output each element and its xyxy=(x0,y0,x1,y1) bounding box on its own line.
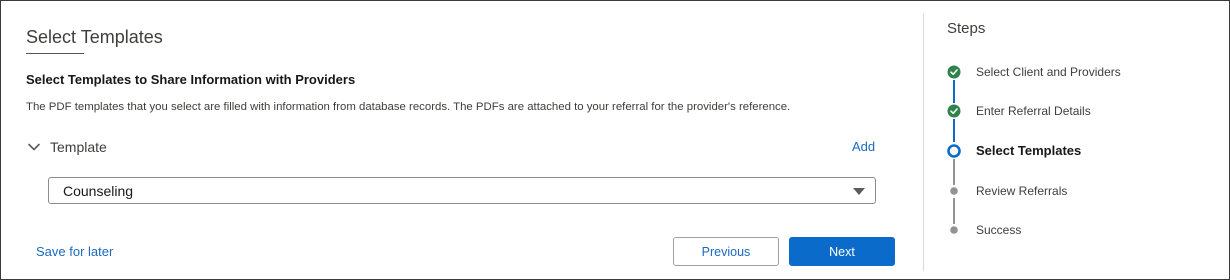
step-label: Enter Referral Details xyxy=(976,104,1091,118)
step-item-current: Select Templates xyxy=(947,143,1081,158)
step-item: Success xyxy=(947,223,1021,237)
step-connector xyxy=(953,119,955,142)
save-for-later-link[interactable]: Save for later xyxy=(36,244,113,259)
section-heading: Select Templates to Share Information wi… xyxy=(26,72,356,87)
dot-icon xyxy=(947,184,961,198)
step-connector xyxy=(953,80,955,103)
step-connector xyxy=(953,159,955,185)
template-select-value: Counseling xyxy=(63,182,134,199)
template-section-toggle[interactable]: Template xyxy=(26,139,107,155)
panel-divider xyxy=(923,13,924,271)
template-section-label: Template xyxy=(50,139,107,155)
steps-title: Steps xyxy=(947,20,986,37)
title-underline xyxy=(26,53,84,54)
step-label: Select Client and Providers xyxy=(976,65,1121,79)
referral-wizard-frame: Select Templates Select Templates to Sha… xyxy=(0,0,1230,280)
dot-icon xyxy=(947,223,961,237)
previous-button[interactable]: Previous xyxy=(673,237,779,266)
step-item: Review Referrals xyxy=(947,184,1067,198)
select-templates-panel: Select Templates Select Templates to Sha… xyxy=(1,1,923,279)
step-item: Enter Referral Details xyxy=(947,104,1091,118)
check-circle-icon xyxy=(947,65,961,79)
step-connector xyxy=(953,198,955,224)
template-select[interactable]: Counseling xyxy=(48,177,876,204)
check-circle-icon xyxy=(947,104,961,118)
section-description: The PDF templates that you select are fi… xyxy=(26,101,791,113)
next-button[interactable]: Next xyxy=(789,237,895,266)
ring-icon xyxy=(947,143,961,158)
step-label: Review Referrals xyxy=(976,184,1068,198)
panel-title: Select Templates xyxy=(26,27,163,47)
add-template-link[interactable]: Add xyxy=(852,139,875,154)
chevron-down-icon xyxy=(26,139,42,155)
step-label: Select Templates xyxy=(976,143,1082,158)
step-label: Success xyxy=(976,223,1022,237)
caret-down-icon xyxy=(853,188,865,195)
step-item: Select Client and Providers xyxy=(947,65,1121,79)
